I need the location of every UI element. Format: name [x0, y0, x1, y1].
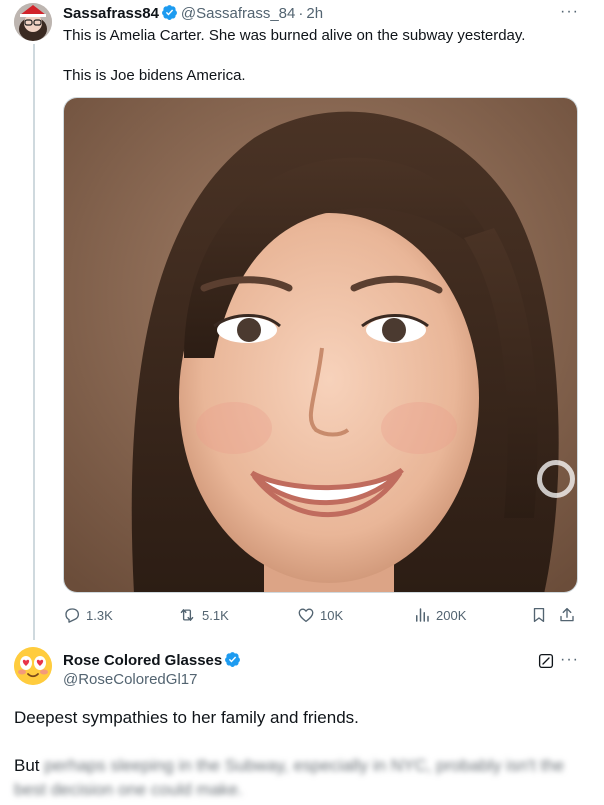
reply-author-handle[interactable]: @RoseColoredGl17 — [63, 671, 197, 688]
like-button[interactable]: 10K — [297, 606, 343, 624]
bookmark-button[interactable] — [530, 606, 548, 624]
bar-chart-icon — [413, 606, 431, 624]
tweet-text-line-2: This is Joe bidens America. — [63, 67, 246, 84]
reply-text-line-2: But perhaps sleeping in the Subway, espe… — [14, 754, 589, 802]
repost-button[interactable]: 5.1K — [177, 606, 229, 624]
reply-icon — [63, 606, 81, 624]
view-count: 200K — [436, 607, 467, 623]
reply-text-line-1: Deepest sympathies to her family and fri… — [14, 708, 359, 727]
share-icon — [558, 606, 576, 624]
verified-badge-icon — [161, 4, 178, 26]
thread-connector-line — [33, 44, 35, 640]
share-button[interactable] — [558, 606, 576, 624]
author-avatar[interactable] — [14, 3, 52, 41]
tweet-action-bar: 1.3K 5.1K 10K 200K — [63, 606, 583, 628]
watermark-icon — [537, 460, 575, 498]
reply-header: Rose Colored Glasses — [63, 651, 244, 673]
like-count: 10K — [320, 607, 344, 623]
reply-text-blurred: perhaps sleeping in the Subway, especial… — [14, 756, 565, 799]
bookmark-icon — [530, 606, 548, 624]
tweet-text-line-1: This is Amelia Carter. She was burned al… — [63, 27, 526, 44]
reply-more-options-icon[interactable]: ··· — [560, 651, 579, 669]
repost-count: 5.1K — [202, 607, 229, 623]
separator-dot: · — [298, 5, 304, 22]
author-handle[interactable]: @Sassafrass_84 — [181, 5, 295, 22]
portrait-photo — [64, 98, 577, 592]
author-name[interactable]: Sassafrass84 — [63, 5, 159, 22]
reply-count: 1.3K — [86, 607, 113, 623]
grok-icon[interactable] — [537, 652, 555, 675]
reply-button[interactable]: 1.3K — [63, 606, 113, 624]
verified-badge-icon — [224, 651, 241, 673]
tweet-time[interactable]: 2h — [306, 5, 323, 22]
tweet-text: This is Amelia Carter. She was burned al… — [63, 26, 583, 86]
reply-author-name[interactable]: Rose Colored Glasses — [63, 652, 222, 669]
tweet-header: Sassafrass84 @Sassafrass_84 · 2h — [63, 4, 323, 26]
reply-author-avatar[interactable] — [14, 647, 52, 685]
views-button[interactable]: 200K — [413, 606, 466, 624]
repost-icon — [177, 606, 197, 624]
reply-text-visible: But — [14, 756, 40, 775]
more-options-icon[interactable]: ··· — [560, 3, 579, 21]
tweet-image[interactable] — [63, 97, 578, 593]
heart-icon — [297, 606, 315, 624]
